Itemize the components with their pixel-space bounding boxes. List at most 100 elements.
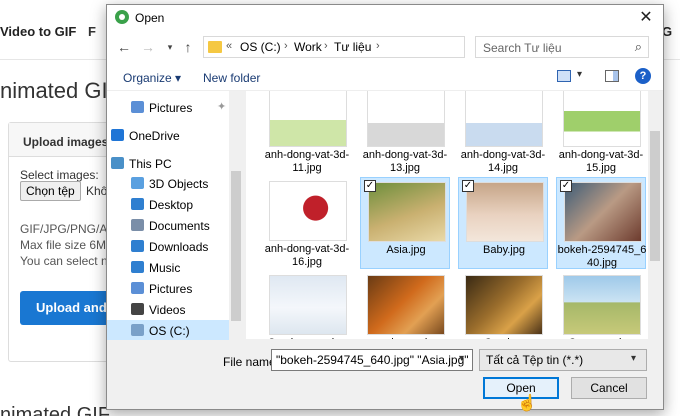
downloads-icon bbox=[131, 240, 144, 252]
nav-item[interactable]: 3D Objects bbox=[107, 173, 229, 193]
back-arrow-icon[interactable]: ← bbox=[115, 38, 133, 56]
thumbnail-image bbox=[467, 183, 543, 241]
forward-arrow-icon[interactable]: → bbox=[139, 38, 157, 56]
file-thumbnail bbox=[465, 275, 543, 335]
file-grid: anh-dong-vat-3d-11.jpg anh-dong-vat-3d-13… bbox=[246, 91, 648, 339]
search-placeholder: Search Tư liệu bbox=[483, 41, 562, 55]
selection-checkbox[interactable]: ✓ bbox=[462, 180, 474, 192]
nav-item-label: This PC bbox=[129, 157, 172, 171]
file-tile[interactable]: cao hoang.jpg bbox=[360, 271, 450, 339]
file-thumbnail bbox=[269, 91, 347, 147]
file-tile[interactable]: anh-dong-vat-3d-11.jpg bbox=[262, 91, 352, 175]
nav-item[interactable]: Desktop bbox=[107, 194, 229, 214]
background-no-file-text: Khô bbox=[86, 184, 108, 198]
file-name: anh-dong-vat-3d-16.jpg bbox=[264, 243, 350, 268]
file-tile[interactable]: anh-dong-vat-3d-16.jpg bbox=[262, 177, 352, 269]
new-folder-button[interactable]: New folder bbox=[203, 71, 260, 85]
navigation-scrollbar-thumb[interactable] bbox=[231, 171, 241, 321]
change-view-icon[interactable] bbox=[557, 70, 571, 82]
search-box[interactable]: Search Tư liệu ⌕ bbox=[475, 36, 649, 58]
pc-icon bbox=[111, 157, 124, 169]
file-name-input[interactable]: "bokeh-2594745_640.jpg" "Asia.jpg" "B bbox=[271, 349, 473, 371]
nav-item[interactable]: This PC bbox=[107, 153, 229, 173]
file-tile[interactable]: anh-dong-vat-3d-13.jpg bbox=[360, 91, 450, 175]
file-thumbnail bbox=[368, 182, 446, 242]
file-tile[interactable]: ✓ Asia.jpg bbox=[360, 177, 450, 269]
file-thumbnail bbox=[367, 91, 445, 147]
address-bar-row: ← → ▾ ↑ « OS (C:) › Work › Tư liệu › ▾ ↻… bbox=[107, 31, 663, 63]
breadcrumb-os-c[interactable]: OS (C:) bbox=[240, 40, 281, 54]
command-toolbar: Organize ▾ New folder ▾ ? bbox=[107, 63, 663, 91]
file-name: Cao.jpg bbox=[458, 337, 548, 339]
breadcrumb-work[interactable]: Work bbox=[294, 40, 322, 54]
file-name: Cao bac cuc.jpg bbox=[262, 337, 352, 339]
thumbnail-image bbox=[270, 182, 346, 240]
navigation-scrollbar[interactable] bbox=[229, 91, 243, 339]
background-nav-video-to-gif: Video to GIF bbox=[0, 24, 77, 39]
3d-objects-icon bbox=[131, 177, 144, 189]
background-info-line: GIF/JPG/PNG/A bbox=[20, 222, 108, 236]
dialog-title: Open bbox=[135, 11, 165, 25]
breadcrumb-tu-lieu[interactable]: Tư liệu bbox=[334, 40, 371, 54]
address-overflow-chevron[interactable]: « bbox=[226, 40, 232, 52]
file-name: anh-dong-vat-3d-13.jpg bbox=[362, 149, 448, 174]
file-tile[interactable]: Cao bac cuc.jpg bbox=[262, 271, 352, 339]
drive-icon bbox=[131, 324, 144, 336]
dialog-titlebar[interactable]: Open ✕ bbox=[107, 5, 663, 31]
file-tile[interactable]: ✓ bokeh-2594745_640.jpg bbox=[556, 177, 646, 269]
background-page-title: nimated GI bbox=[0, 78, 108, 103]
file-tile[interactable]: anh-dong-vat-3d-15.jpg bbox=[556, 91, 646, 175]
file-type-chevron-icon[interactable]: ▾ bbox=[631, 353, 636, 364]
onedrive-icon bbox=[111, 129, 124, 141]
nav-item[interactable]: OneDrive bbox=[107, 125, 229, 145]
background-nav-f: F bbox=[88, 24, 96, 39]
up-arrow-icon[interactable]: ↑ bbox=[179, 38, 197, 56]
nav-item[interactable]: Documents bbox=[107, 215, 229, 235]
selection-checkbox[interactable]: ✓ bbox=[560, 180, 572, 192]
breadcrumb-separator-icon[interactable]: › bbox=[376, 40, 380, 52]
file-thumbnail bbox=[269, 181, 347, 241]
nav-item[interactable]: Music bbox=[107, 257, 229, 277]
file-tile[interactable]: ✓ Baby.jpg bbox=[458, 177, 548, 269]
background-info-line: You can select n bbox=[20, 254, 108, 268]
nav-item-label: Pictures bbox=[149, 101, 193, 115]
nav-item[interactable]: Pictures bbox=[107, 278, 229, 298]
browser-app-icon bbox=[115, 10, 129, 24]
view-options-chevron-icon[interactable]: ▾ bbox=[577, 69, 582, 80]
file-type-select[interactable]: Tất cả Tệp tin (*.*) bbox=[479, 349, 647, 371]
thumbnail-image bbox=[270, 276, 346, 334]
nav-item-label: Videos bbox=[149, 303, 186, 317]
nav-item[interactable]: Pictures ✦ bbox=[107, 97, 229, 117]
desktop-icon bbox=[131, 198, 144, 210]
breadcrumb-separator-icon[interactable]: › bbox=[284, 40, 288, 52]
close-icon[interactable]: ✕ bbox=[629, 5, 663, 31]
file-name: bokeh-2594745_640.jpg bbox=[557, 244, 647, 269]
selection-checkbox[interactable]: ✓ bbox=[364, 180, 376, 192]
file-name-history-chevron-icon[interactable]: ▾ bbox=[459, 353, 464, 364]
nav-item[interactable]: Videos bbox=[107, 299, 229, 319]
file-thumbnail bbox=[563, 91, 641, 147]
file-thumbnail bbox=[564, 182, 642, 242]
pin-icon[interactable]: ✦ bbox=[217, 100, 226, 113]
thumbnail-image bbox=[270, 91, 346, 146]
help-icon[interactable]: ? bbox=[635, 68, 651, 84]
file-tile[interactable]: Cao.jpg bbox=[458, 271, 548, 339]
file-name: cao hoang.jpg bbox=[360, 337, 450, 339]
nav-item[interactable]: OS (C:) bbox=[107, 320, 229, 340]
organize-menu-button[interactable]: Organize ▾ bbox=[123, 71, 181, 85]
search-icon[interactable]: ⌕ bbox=[635, 39, 642, 55]
preview-pane-icon[interactable] bbox=[605, 70, 619, 82]
nav-item-label: OneDrive bbox=[129, 129, 180, 143]
file-grid-scrollbar-thumb[interactable] bbox=[650, 131, 660, 261]
address-box[interactable]: « OS (C:) › Work › Tư liệu › ▾ ↻ bbox=[203, 36, 558, 58]
file-tile[interactable]: Con ngua.jpg bbox=[556, 271, 646, 339]
nav-item-label: Desktop bbox=[149, 198, 194, 212]
cancel-button[interactable]: Cancel bbox=[571, 377, 647, 399]
breadcrumb-separator-icon[interactable]: › bbox=[324, 40, 328, 52]
file-name: Con ngua.jpg bbox=[556, 337, 646, 339]
recent-locations-chevron-icon[interactable]: ▾ bbox=[161, 38, 179, 56]
nav-item[interactable]: Downloads bbox=[107, 236, 229, 256]
thumbnail-image bbox=[466, 276, 542, 334]
file-grid-scrollbar[interactable] bbox=[648, 91, 662, 339]
file-tile[interactable]: anh-dong-vat-3d-14.jpg bbox=[458, 91, 548, 175]
